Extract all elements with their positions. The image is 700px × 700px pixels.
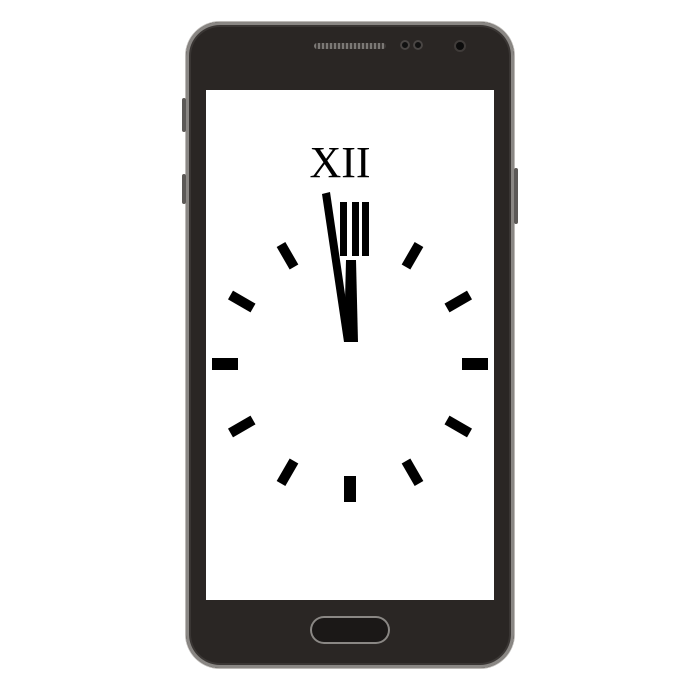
hour-marker-10 [227, 290, 256, 313]
hour-marker-11 [276, 241, 299, 270]
clock-hands [322, 192, 369, 342]
numeral-twelve: XII [309, 138, 370, 187]
hour-marker-5 [401, 458, 424, 487]
hour-marker-4 [444, 415, 473, 438]
twelve-marker-bar-1 [340, 202, 347, 256]
power-button[interactable] [514, 168, 518, 224]
phone-screen: XII [206, 90, 494, 600]
volume-button[interactable] [182, 98, 186, 132]
clock-face: XII [212, 138, 488, 502]
light-sensor [413, 40, 423, 50]
proximity-sensor [400, 40, 410, 50]
hour-marker-8 [227, 415, 256, 438]
twelve-marker-bar-2 [352, 202, 359, 256]
twelve-marker-bar-3 [362, 202, 369, 256]
front-camera-icon [456, 42, 464, 50]
home-button[interactable] [310, 616, 390, 644]
side-button[interactable] [182, 174, 186, 204]
earpiece-speaker [314, 43, 386, 49]
hour-hand [344, 260, 358, 342]
hour-marker-2 [444, 290, 473, 313]
hour-marker-7 [276, 458, 299, 487]
hour-marker-1 [401, 241, 424, 270]
smartphone: XII [182, 22, 518, 668]
